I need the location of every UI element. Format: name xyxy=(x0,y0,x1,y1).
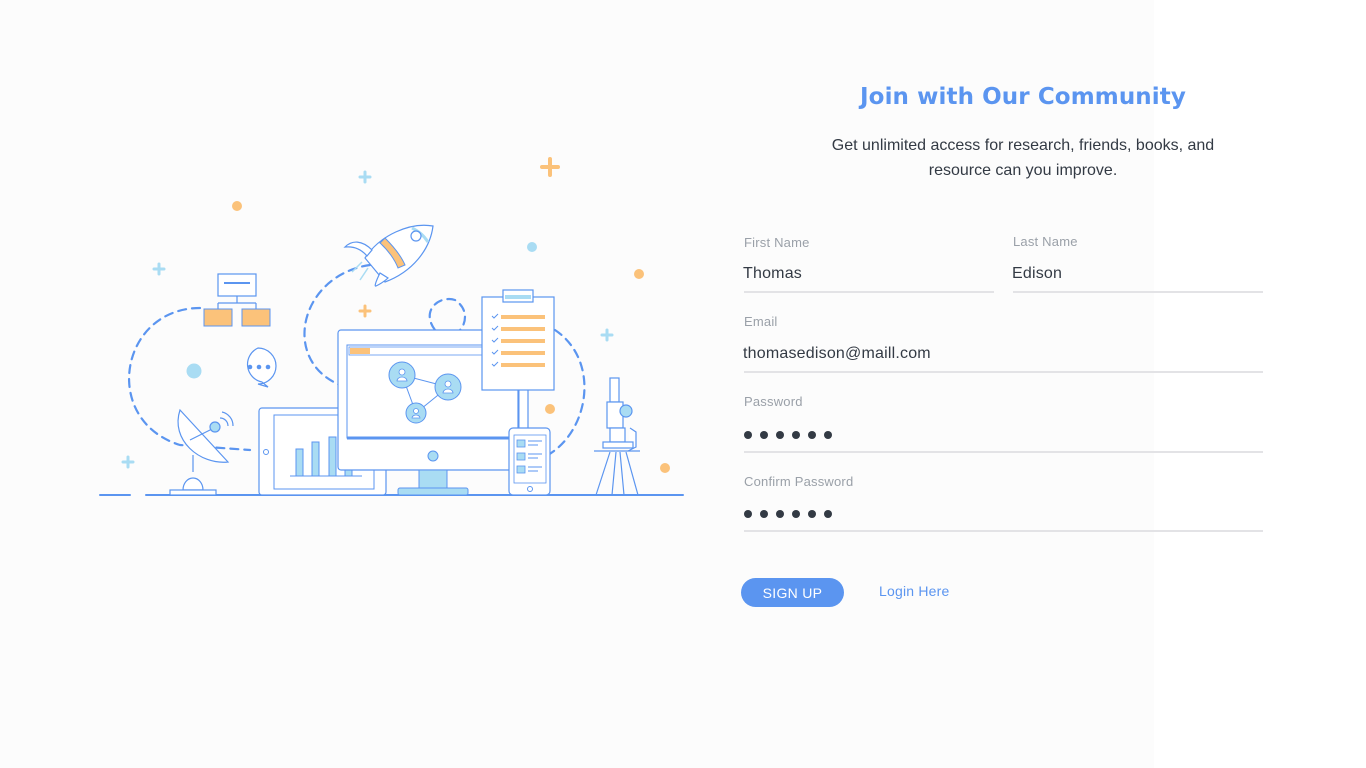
page-subtitle: Get unlimited access for research, frien… xyxy=(805,133,1241,183)
microscope-icon xyxy=(594,377,640,496)
mask-dot xyxy=(808,510,816,518)
email-label: Email xyxy=(744,314,778,329)
chat-bubble-icon xyxy=(246,347,277,388)
mask-dot xyxy=(776,431,784,439)
mask-dot xyxy=(760,510,768,518)
phone-list-icon xyxy=(508,427,551,496)
signup-page: Join with Our Community Get unlimited ac… xyxy=(0,0,1366,768)
mask-dot xyxy=(808,431,816,439)
confirm-password-field[interactable]: Confirm Password xyxy=(744,474,1263,534)
flowchart-icon xyxy=(203,273,271,327)
subtitle-line-1: Get unlimited access for research, frien… xyxy=(831,137,1215,154)
last-name-label: Last Name xyxy=(1013,234,1078,249)
mask-dot xyxy=(744,431,752,439)
mask-dot xyxy=(824,510,832,518)
last-name-underline xyxy=(1013,291,1263,293)
community-illustration xyxy=(99,157,684,496)
first-name-input[interactable]: Thomas xyxy=(743,265,802,283)
password-field[interactable]: Password xyxy=(744,394,1263,454)
first-name-underline xyxy=(744,291,994,293)
mask-dot xyxy=(760,431,768,439)
first-name-field[interactable]: First Name Thomas xyxy=(743,235,994,295)
mask-dot xyxy=(824,431,832,439)
confirm-password-underline xyxy=(744,530,1263,532)
email-underline xyxy=(744,371,1263,373)
mask-dot xyxy=(792,431,800,439)
signup-button[interactable]: SIGN UP xyxy=(741,578,844,607)
last-name-input[interactable]: Edison xyxy=(1012,265,1062,283)
page-title: Join with Our Community xyxy=(860,84,1186,110)
mask-dot xyxy=(792,510,800,518)
rocket-icon xyxy=(343,224,434,287)
confirm-password-label: Confirm Password xyxy=(744,474,854,489)
password-underline xyxy=(744,451,1263,453)
email-field[interactable]: Email thomasedison@maill.com xyxy=(743,314,1263,374)
confirm-password-input[interactable] xyxy=(744,510,832,518)
login-link[interactable]: Login Here xyxy=(879,583,950,599)
satellite-dish-icon xyxy=(169,408,234,496)
first-name-label: First Name xyxy=(744,235,810,250)
background-panel xyxy=(1154,0,1366,768)
mask-dot xyxy=(744,510,752,518)
subtitle-line-2: resource can you improve. xyxy=(928,162,1118,179)
mask-dot xyxy=(776,510,784,518)
password-input[interactable] xyxy=(744,431,832,439)
email-input[interactable]: thomasedison@maill.com xyxy=(743,345,931,363)
password-label: Password xyxy=(744,394,803,409)
last-name-field[interactable]: Last Name Edison xyxy=(1012,234,1263,294)
